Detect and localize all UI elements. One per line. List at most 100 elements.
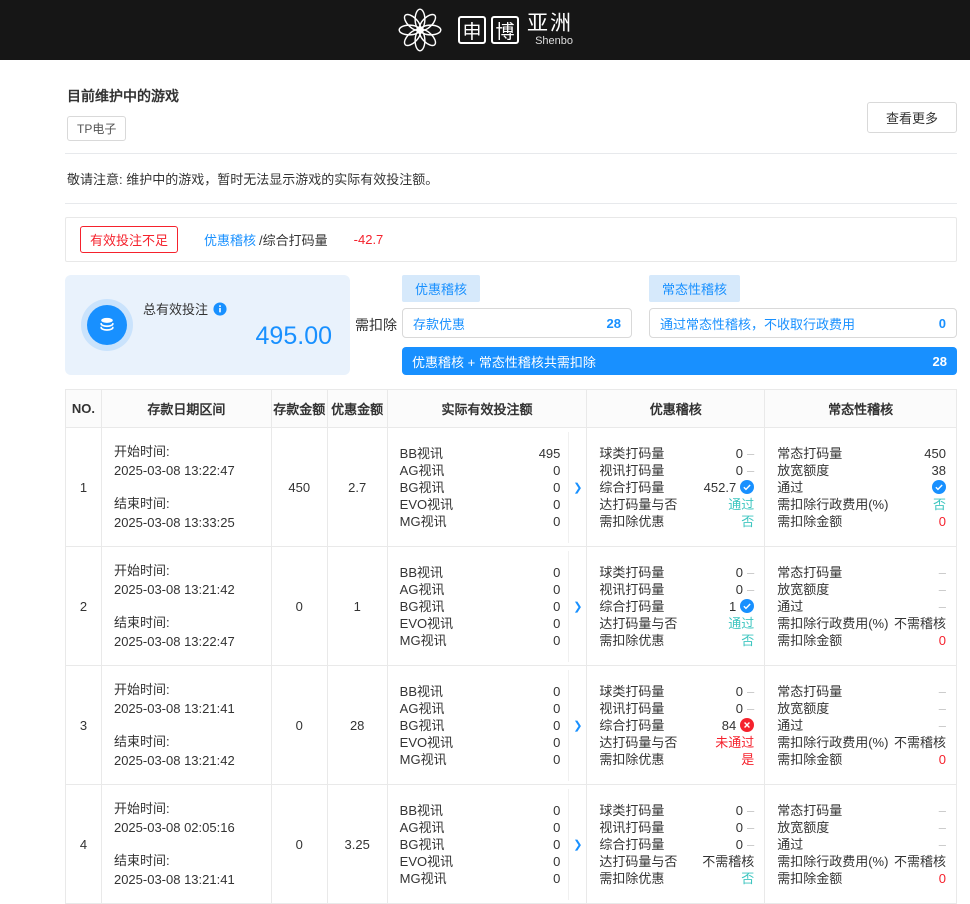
audit-value: –	[939, 581, 946, 598]
bet-label: BG视讯	[400, 598, 445, 615]
audit-value: 通过	[728, 496, 754, 513]
audit-value: 450	[924, 445, 946, 462]
bonus-amount: 28	[327, 666, 387, 785]
dash-indicator: –	[747, 700, 754, 717]
audit-row: 通过–	[777, 598, 946, 615]
bet-label: AG视讯	[400, 819, 445, 836]
game-tag: TP电子	[67, 116, 126, 141]
promo-audit-cell: 球类打码量0–视讯打码量0–综合打码量84达打码量与否未通过需扣除优惠是	[587, 666, 765, 785]
bet-value: 0	[553, 836, 560, 853]
bet-label: EVO视讯	[400, 734, 453, 751]
bet-label: AG视讯	[400, 581, 445, 598]
total-bet-value: 495.00	[143, 322, 332, 351]
audit-row: 球类打码量 0–	[599, 445, 754, 462]
table-row: 2开始时间:2025-03-08 13:21:42结束时间:2025-03-08…	[66, 547, 957, 666]
summary-section: 总有效投注 495.00 需扣除 优惠稽核	[65, 275, 957, 375]
dash-indicator: –	[747, 819, 754, 836]
site-logo: 申 博 亚洲 Shenbo	[397, 7, 573, 53]
audit-values: –	[939, 683, 946, 700]
total-deduction-bar: 优惠稽核 + 常态性稽核共需扣除 28	[402, 347, 957, 375]
logo-text-block: 亚洲 Shenbo	[527, 13, 573, 47]
info-icon[interactable]	[213, 302, 227, 316]
audit-label: 需扣除优惠	[599, 751, 664, 768]
logo-char-1: 申	[458, 16, 486, 44]
bets-list: BB视讯0AG视讯0BG视讯0EVO视讯0MG视讯0	[388, 551, 569, 662]
bet-value: 0	[553, 513, 560, 530]
audit-values: 0–	[736, 581, 754, 598]
bet-line: AG视讯0	[400, 700, 561, 717]
normal-deduct-field[interactable]: 通过常态性稽核，不收取行政费用 0	[649, 308, 957, 338]
audit-value: 不需稽核	[894, 615, 946, 632]
audit-values: 否	[741, 632, 754, 649]
audit-values: 0–	[736, 836, 754, 853]
audit-value: 452.7	[704, 479, 737, 496]
audit-value: 0	[939, 751, 946, 768]
audit-values: 是	[741, 751, 754, 768]
expand-chevron-icon[interactable]: ❯	[568, 670, 586, 781]
bet-value: 0	[553, 598, 560, 615]
check-circle-icon	[932, 480, 946, 494]
bets-cell: BB视讯0AG视讯0BG视讯0EVO视讯0MG视讯0❯	[387, 785, 587, 904]
audit-row: 需扣除优惠否	[599, 513, 754, 530]
audit-value: 0	[939, 632, 946, 649]
audit-values: 0–	[736, 445, 754, 462]
bets-list: BB视讯0AG视讯0BG视讯0EVO视讯0MG视讯0	[388, 789, 569, 900]
promo-audit-link[interactable]: 优惠稽核	[204, 230, 256, 249]
audit-values: 452.7	[704, 479, 755, 496]
audit-label: 需扣除优惠	[599, 632, 664, 649]
bet-value: 0	[553, 479, 560, 496]
promo-deduct-field[interactable]: 存款优惠 28	[402, 308, 632, 338]
audit-value: 0	[939, 870, 946, 887]
audit-label: 需扣除金额	[777, 632, 842, 649]
bet-label: EVO视讯	[400, 853, 453, 870]
notice-text: 敬请注意: 维护中的游戏，暂时无法显示游戏的实际有效投注额。	[65, 154, 957, 204]
audit-row: 需扣除金额0	[777, 751, 946, 768]
total-deduction-text: 优惠稽核 + 常态性稽核共需扣除	[412, 352, 596, 371]
audit-label: 通过	[777, 836, 803, 853]
audit-label: 需扣除行政费用(%)	[777, 496, 888, 513]
audit-label: 视讯打码量	[599, 462, 664, 479]
audit-row: 综合打码量452.7	[599, 479, 754, 496]
total-bet-label: 总有效投注	[143, 299, 208, 318]
promo-audit-cell: 球类打码量0–视讯打码量0–综合打码量452.7达打码量与否通过需扣除优惠否	[587, 428, 765, 547]
deduct-label: 需扣除	[350, 275, 402, 375]
site-header: 申 博 亚洲 Shenbo	[0, 0, 970, 60]
check-circle-icon	[740, 599, 754, 613]
tab-normal-audit[interactable]: 常态性稽核	[649, 275, 740, 302]
bet-value: 0	[553, 734, 560, 751]
bet-value: 0	[553, 496, 560, 513]
audit-row: 需扣除优惠 是	[599, 751, 754, 768]
normal-deduct-text: 通过常态性稽核，不收取行政费用	[660, 314, 855, 333]
bet-value: 0	[553, 870, 560, 887]
audit-values: 0–	[736, 683, 754, 700]
bet-value: 0	[553, 462, 560, 479]
col-header-deposit: 存款金额	[271, 390, 327, 428]
expand-chevron-icon[interactable]: ❯	[568, 551, 586, 662]
bet-line: BG视讯0	[400, 836, 561, 853]
view-more-button[interactable]: 查看更多	[867, 102, 957, 133]
dash-indicator: –	[747, 581, 754, 598]
bet-line: MG视讯0	[400, 870, 561, 887]
expand-chevron-icon[interactable]: ❯	[568, 789, 586, 900]
audit-label: 球类打码量	[599, 445, 664, 462]
audit-values: –	[939, 717, 946, 734]
audit-value: 否	[933, 496, 946, 513]
bet-label: BB视讯	[400, 445, 443, 462]
audit-values: 0	[939, 513, 946, 530]
logo-char-2: 博	[491, 16, 519, 44]
bet-line: EVO视讯0	[400, 496, 561, 513]
audit-values: –	[939, 819, 946, 836]
table-row: 1开始时间:2025-03-08 13:22:47结束时间:2025-03-08…	[66, 428, 957, 547]
status-suffix: /综合打码量	[259, 230, 328, 249]
logo-region: 亚洲	[527, 13, 573, 35]
audit-row: 放宽额度38	[777, 462, 946, 479]
col-header-period: 存款日期区间	[101, 390, 271, 428]
status-badge: 有效投注不足	[80, 226, 178, 253]
expand-chevron-icon[interactable]: ❯	[568, 432, 586, 543]
audit-value: 未通过	[715, 734, 754, 751]
tab-promo-audit[interactable]: 优惠稽核	[402, 275, 480, 302]
audit-value: 0	[736, 581, 743, 598]
audit-value: –	[939, 717, 946, 734]
audit-values: –	[939, 564, 946, 581]
start-time-label: 开始时间:	[114, 799, 259, 818]
